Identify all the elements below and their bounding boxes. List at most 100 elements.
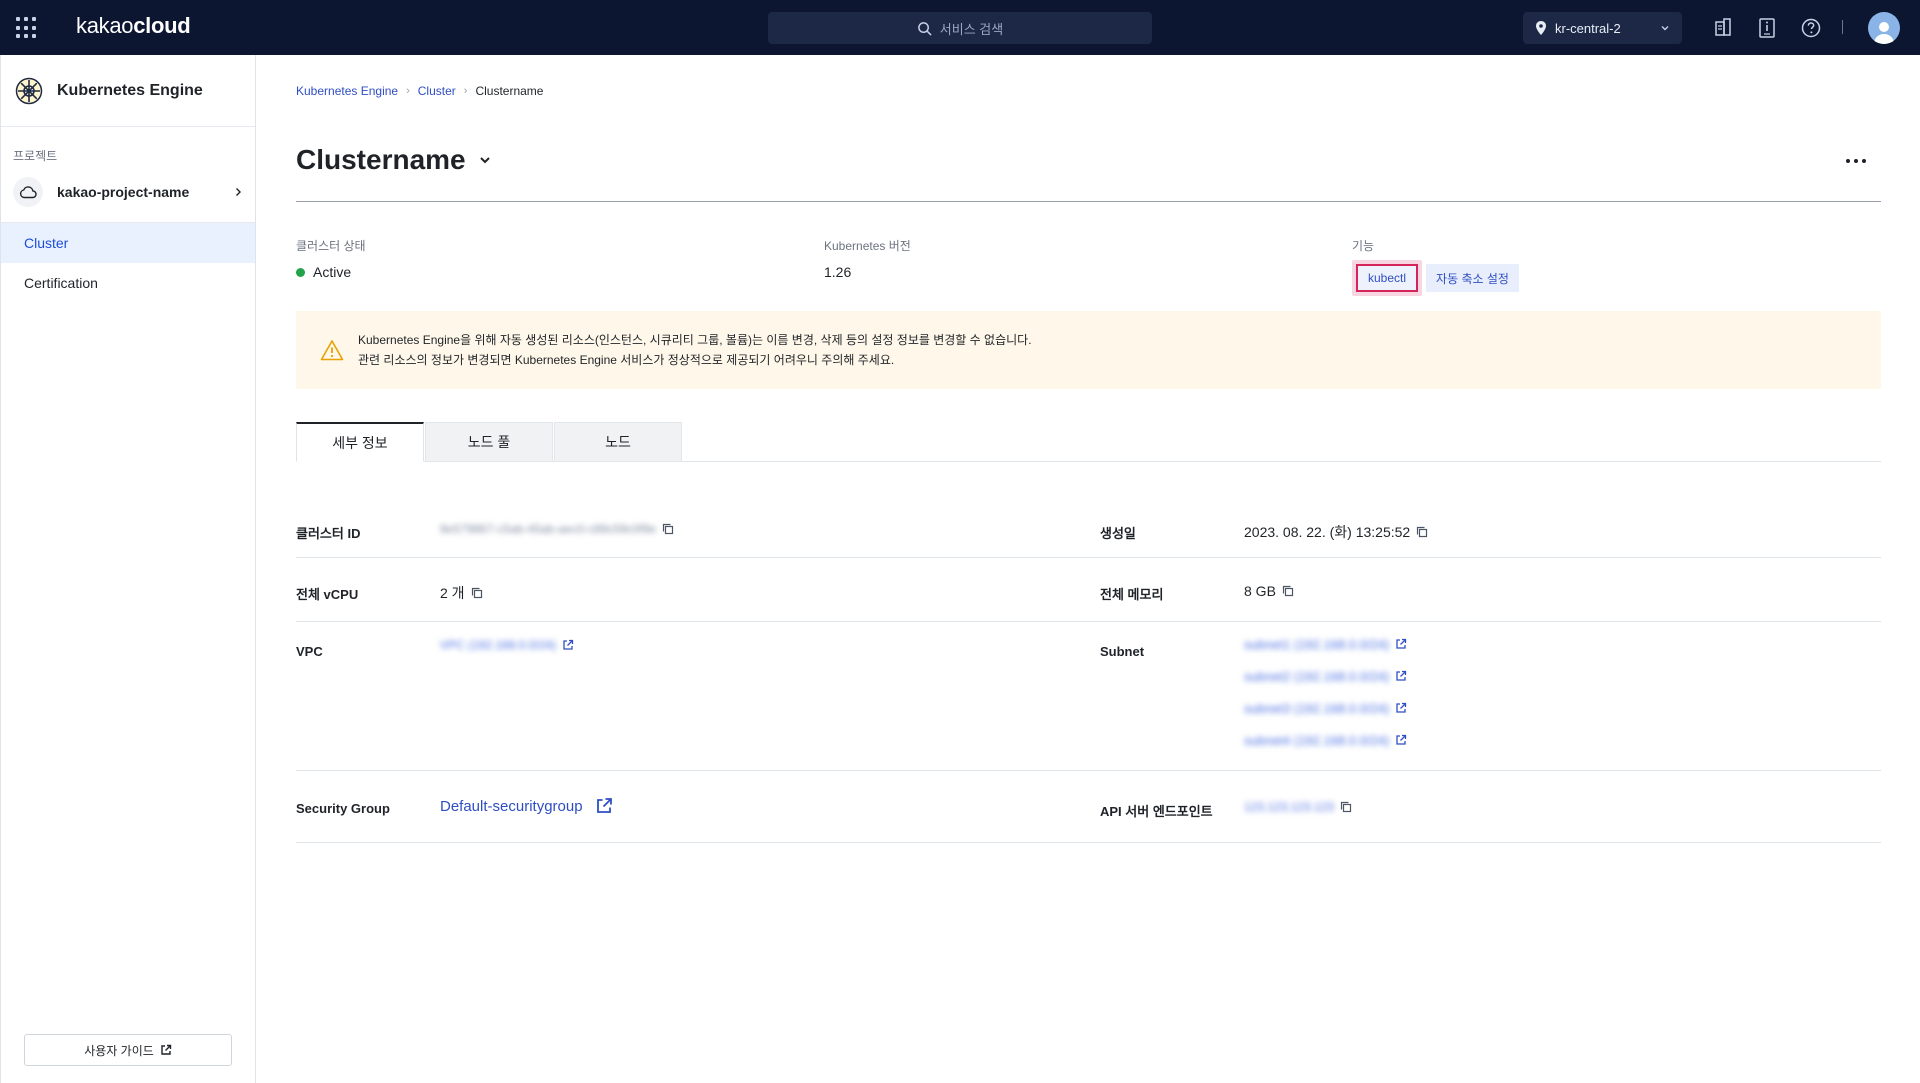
top-nav-bar: kakaocloud 서비스 검색 kr-central-2: [0, 0, 1920, 55]
warning-banner: Kubernetes Engine을 위해 자동 생성된 리소스(인스턴스, 시…: [296, 311, 1881, 389]
project-label: 프로젝트: [13, 149, 58, 163]
copy-icon[interactable]: [1282, 585, 1294, 597]
help-icon[interactable]: [1800, 17, 1822, 39]
kubectl-button[interactable]: kubectl: [1356, 264, 1419, 292]
subnet-item: subnet1 (192.168.0.0/24): [1244, 628, 1407, 660]
external-link-icon[interactable]: [1395, 638, 1407, 650]
kubernetes-icon: [15, 77, 43, 104]
security-group-label: Security Group: [296, 801, 390, 816]
location-pin-icon: [1536, 21, 1546, 35]
external-link-icon[interactable]: [595, 797, 613, 815]
copy-icon[interactable]: [1416, 526, 1428, 538]
external-link-icon[interactable]: [1395, 670, 1407, 682]
user-guide-label: 사용자 가이드: [84, 1043, 154, 1058]
breadcrumb-separator: ›: [406, 85, 410, 97]
breadcrumb: Kubernetes Engine › Cluster › Clusternam…: [296, 84, 543, 98]
copy-icon[interactable]: [471, 587, 483, 599]
security-group-link[interactable]: Default-securitygroup: [440, 798, 583, 815]
chevron-down-icon: [1661, 26, 1669, 31]
service-header: Kubernetes Engine: [1, 55, 255, 127]
breadcrumb-kubernetes-engine[interactable]: Kubernetes Engine: [296, 84, 398, 98]
brand-logo[interactable]: kakaocloud: [76, 13, 191, 39]
sidebar: Kubernetes Engine 프로젝트 kakao-project-nam…: [0, 55, 256, 1083]
service-search-input[interactable]: 서비스 검색: [768, 12, 1152, 44]
external-link-icon[interactable]: [562, 639, 574, 651]
user-avatar[interactable]: [1868, 12, 1900, 44]
version-section: Kubernetes 버전 1.26: [824, 237, 911, 280]
service-title: Kubernetes Engine: [57, 81, 203, 99]
feature-label: 기능: [1352, 239, 1375, 253]
detail-row: 전체 vCPU 2 개 전체 메모리 8 GB: [296, 558, 1881, 622]
vcpu-value: 2 개: [440, 585, 465, 601]
version-value: 1.26: [824, 264, 852, 280]
cloud-icon: [13, 177, 43, 207]
subnet-item: subnet4 (192.168.0.0/24): [1244, 724, 1407, 756]
subnet-label: Subnet: [1100, 644, 1145, 659]
cluster-name-title: Clustername: [296, 144, 466, 175]
page-title: Clustername: [296, 144, 492, 176]
tab-details[interactable]: 세부 정보: [296, 422, 424, 462]
external-link-icon[interactable]: [1395, 702, 1407, 714]
autoscale-settings-button[interactable]: 자동 축소 설정: [1426, 264, 1519, 292]
warning-line-2: 관련 리소스의 정보가 변경되면 Kubernetes Engine 서비스가 …: [358, 353, 895, 367]
status-section: 클러스터 상태 Active: [296, 237, 366, 280]
external-link-icon[interactable]: [1395, 734, 1407, 746]
status-label: 클러스터 상태: [296, 239, 366, 253]
created-value: 2023. 08. 22. (화) 13:25:52: [1244, 524, 1411, 540]
notice-icon[interactable]: [1756, 17, 1778, 39]
breadcrumb-cluster[interactable]: Cluster: [418, 84, 456, 98]
user-guide-button[interactable]: 사용자 가이드: [24, 1034, 232, 1066]
chevron-right-icon: [236, 188, 241, 196]
tab-nodes[interactable]: 노드: [554, 422, 682, 462]
topbar-divider: [1842, 20, 1843, 34]
vpc-label: VPC: [296, 644, 323, 659]
subnet-link[interactable]: subnet2 (192.168.0.0/24): [1244, 669, 1389, 684]
api-endpoint-value: 123.123.123.123: [1244, 800, 1335, 814]
detail-tabs: 세부 정보 노드 풀 노드: [296, 422, 1881, 462]
more-options-icon[interactable]: [1846, 151, 1876, 171]
external-link-icon: [161, 1044, 171, 1055]
user-icon: [1874, 22, 1894, 44]
detail-row: 클러스터 ID 8e579867-c5ab-45ab-aec0-c89c59c0…: [296, 495, 1881, 558]
status-dot: [296, 267, 305, 277]
tab-node-pools[interactable]: 노드 풀: [425, 422, 553, 462]
subnet-list: subnet1 (192.168.0.0/24) subnet2 (192.16…: [1244, 628, 1407, 756]
breadcrumb-separator: ›: [463, 85, 468, 97]
created-label: 생성일: [1100, 526, 1136, 541]
vcpu-label: 전체 vCPU: [296, 587, 359, 602]
feature-section: 기능 kubectl 자동 축소 설정: [1352, 237, 1519, 296]
region-label: kr-central-2: [1555, 20, 1621, 36]
cluster-id-value: 8e579867-c5ab-45ab-aec0-c89c59c0f9e: [440, 522, 657, 536]
subnet-item: subnet3 (192.168.0.0/24): [1244, 692, 1407, 724]
project-selector[interactable]: kakao-project-name: [13, 174, 243, 210]
api-endpoint-label: API 서버 엔드포인트: [1100, 804, 1213, 819]
breadcrumb-current: Clustername: [475, 84, 544, 98]
detail-row: Security Group Default-securitygroup API…: [296, 771, 1881, 843]
search-icon: [917, 21, 932, 36]
memory-label: 전체 메모리: [1100, 587, 1164, 602]
subnet-link[interactable]: subnet3 (192.168.0.0/24): [1244, 701, 1389, 716]
app-launcher-icon[interactable]: [16, 17, 38, 39]
copy-icon[interactable]: [1340, 801, 1352, 813]
copy-icon[interactable]: [662, 523, 674, 535]
version-label: Kubernetes 버전: [824, 239, 911, 253]
sidebar-item-cluster[interactable]: Cluster: [1, 223, 255, 263]
subnet-link[interactable]: subnet4 (192.168.0.0/24): [1244, 733, 1389, 748]
status-value: Active: [313, 264, 352, 280]
search-placeholder: 서비스 검색: [939, 21, 1004, 37]
subnet-item: subnet2 (192.168.0.0/24): [1244, 660, 1407, 692]
sidebar-item-certification[interactable]: Certification: [1, 263, 255, 303]
warning-icon: [320, 340, 344, 361]
vpc-link[interactable]: VPC (192.168.0.0/24): [440, 638, 556, 652]
memory-value: 8 GB: [1244, 583, 1276, 599]
warning-line-1: Kubernetes Engine을 위해 자동 생성된 리소스(인스턴스, 시…: [358, 333, 1032, 347]
region-selector[interactable]: kr-central-2: [1523, 12, 1682, 44]
title-divider: [296, 201, 1881, 202]
project-name: kakao-project-name: [57, 184, 190, 200]
cluster-id-label: 클러스터 ID: [296, 526, 361, 541]
detail-row: VPC VPC (192.168.0.0/24) Subnet subnet1 …: [296, 622, 1881, 771]
chevron-down-icon[interactable]: [478, 153, 492, 167]
subnet-link[interactable]: subnet1 (192.168.0.0/24): [1244, 637, 1389, 652]
detail-table: 클러스터 ID 8e579867-c5ab-45ab-aec0-c89c59c0…: [296, 495, 1881, 843]
console-icon[interactable]: [1712, 17, 1734, 39]
